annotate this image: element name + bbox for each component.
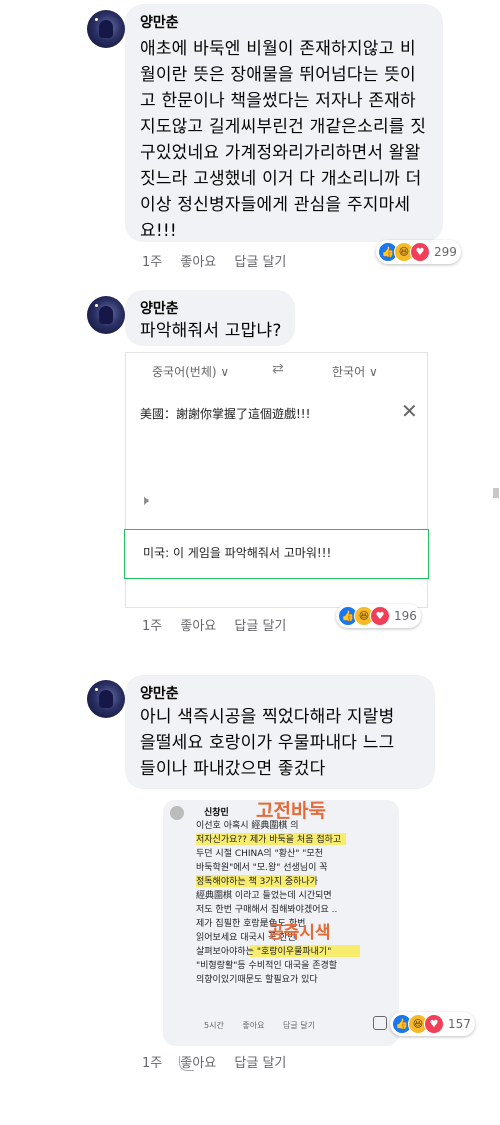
reply-button: 답글 달기 bbox=[283, 1021, 315, 1030]
comment-time[interactable]: 1주 bbox=[142, 251, 162, 270]
reaction-count: 157 bbox=[448, 1017, 471, 1031]
avatar[interactable] bbox=[87, 680, 125, 718]
reply-button[interactable]: 답글 달기 bbox=[234, 1052, 286, 1071]
love-reaction-icon: ♥ bbox=[424, 1014, 444, 1034]
comment-author[interactable]: 양만춘 bbox=[140, 298, 179, 318]
comment-actions: 1주 좋아요 답글 달기 bbox=[142, 1052, 300, 1071]
translation-result: 미국: 이 게임을 파악해줘서 고마워!!! bbox=[124, 529, 429, 579]
comment-text: 파악해줘서 고맙냐? bbox=[140, 321, 282, 341]
love-reaction-icon: ♥ bbox=[370, 606, 390, 626]
like-button[interactable]: 좋아요 bbox=[180, 1052, 216, 1071]
embedded-comment-text: 이선호 아혹시 經典圍棋 의 저자신가요?? 제가 바둑을 처음 접하고 두던 … bbox=[196, 821, 342, 985]
swap-languages-icon[interactable]: ⇄ bbox=[272, 361, 284, 377]
reaction-summary[interactable]: 👍 😆 ♥ 157 bbox=[390, 1012, 475, 1036]
comment-time[interactable]: 1주 bbox=[142, 615, 162, 634]
like-button[interactable]: 좋아요 bbox=[180, 615, 216, 634]
reply-button[interactable]: 답글 달기 bbox=[234, 615, 286, 634]
embedded-comment-actions: 5시간 좋아요 답글 달기 bbox=[204, 1020, 331, 1031]
reaction-count: 196 bbox=[394, 609, 417, 623]
handwritten-annotation: 고전바둑 bbox=[256, 800, 326, 822]
reaction-summary[interactable]: 👍 😆 ♥ 196 bbox=[336, 604, 421, 628]
comment-actions: 1주 좋아요 답글 달기 bbox=[142, 251, 300, 270]
avatar[interactable] bbox=[87, 296, 125, 334]
close-icon[interactable]: ✕ bbox=[401, 399, 418, 423]
like-button: 좋아요 bbox=[242, 1021, 265, 1030]
translation-widget: 중국어(번체) ∨ ⇄ 한국어 ∨ 美國：謝謝你掌握了這個遊戲!!! ✕ 🕨 미… bbox=[124, 352, 429, 608]
avatar bbox=[170, 806, 184, 820]
comment-author[interactable]: 양만춘 bbox=[140, 12, 179, 32]
comment-time[interactable]: 1주 bbox=[142, 1052, 162, 1071]
source-language-select[interactable]: 중국어(번체) ∨ bbox=[152, 363, 229, 380]
scrollbar[interactable] bbox=[493, 488, 499, 498]
avatar[interactable] bbox=[87, 10, 125, 48]
reply-button[interactable]: 답글 달기 bbox=[234, 251, 286, 270]
target-language-select[interactable]: 한국어 ∨ bbox=[332, 363, 378, 380]
speaker-icon[interactable]: 🕨 bbox=[140, 493, 149, 509]
like-button[interactable]: 좋아요 bbox=[180, 251, 216, 270]
embedded-comment-author: 신창민 bbox=[204, 808, 229, 818]
source-text: 美國：謝謝你掌握了這個遊戲!!! bbox=[140, 407, 311, 421]
reaction-count: 299 bbox=[434, 245, 457, 259]
comment-text: 애초에 바둑엔 비월이 존재하지않고 비 월이란 뜻은 장애물을 뛰어넘다는 뜻… bbox=[140, 39, 427, 241]
comment-author[interactable]: 양만춘 bbox=[140, 683, 179, 703]
comment-time: 5시간 bbox=[204, 1021, 224, 1030]
comment-text: 아니 색즉시공을 찍었다해라 지랄병 을떨세요 호랑이가 우물파내다 느그 들이… bbox=[140, 707, 395, 779]
comment-icon bbox=[373, 1016, 387, 1030]
handwritten-annotation: 공즉시색 bbox=[268, 923, 331, 943]
comment-actions: 1주 좋아요 답글 달기 bbox=[142, 615, 300, 634]
love-reaction-icon: ♥ bbox=[410, 242, 430, 262]
reaction-summary[interactable]: 👍 😆 ♥ 299 bbox=[376, 240, 461, 264]
